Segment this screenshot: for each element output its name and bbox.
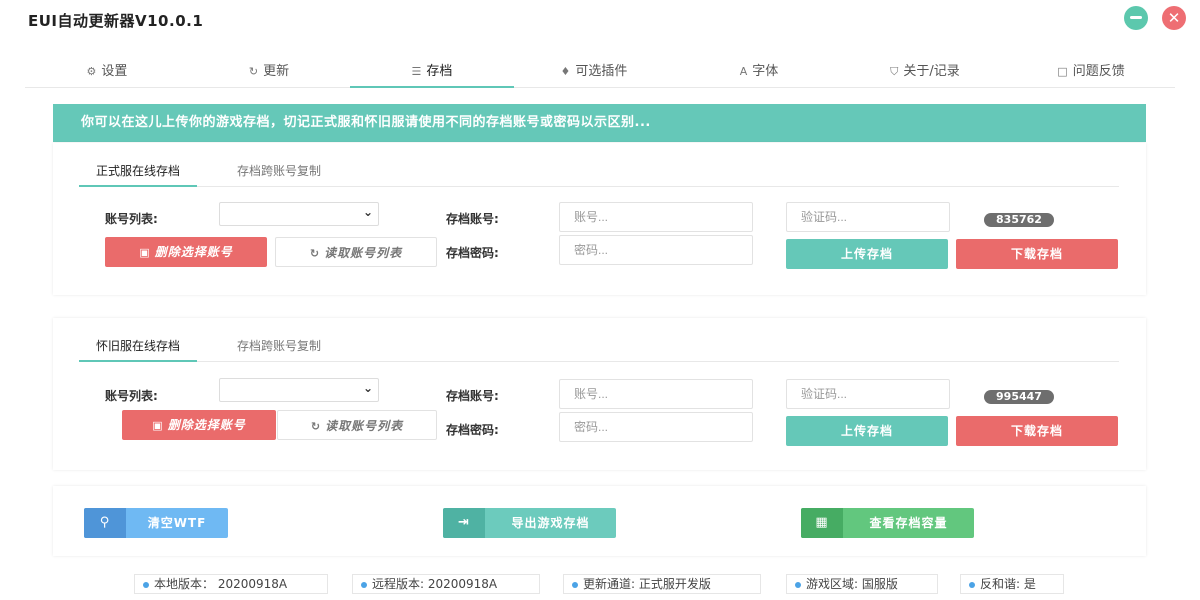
status-game-region: 游戏区域: 国服版 bbox=[786, 574, 938, 594]
status-remote-version: 远程版本: 20200918A bbox=[352, 574, 540, 594]
captcha-code-badge: 995447 bbox=[984, 390, 1054, 404]
account-list-select[interactable]: ⌄ bbox=[219, 202, 379, 226]
account-list-label: 账号列表: bbox=[105, 212, 158, 226]
chevron-down-icon: ⌄ bbox=[362, 381, 373, 395]
captcha-input[interactable]: 验证码... bbox=[786, 379, 950, 409]
tab-optional-plugins[interactable]: ♦ 可选插件 bbox=[512, 56, 676, 88]
database-icon: ☰ bbox=[411, 65, 422, 78]
status-dot-icon bbox=[969, 581, 975, 588]
tab-cross-account-copy[interactable]: 存档跨账号复制 bbox=[237, 155, 321, 187]
actions-panel: ⚲ 清空WTF ⇥ 导出游戏存档 ▦ 查看存档容量 bbox=[53, 486, 1146, 556]
export-saves-button[interactable]: ⇥ 导出游戏存档 bbox=[443, 508, 616, 538]
save-account-input[interactable]: 账号... bbox=[559, 379, 753, 409]
close-button[interactable]: ✕ bbox=[1162, 6, 1186, 30]
refresh-icon: ↻ bbox=[309, 247, 321, 260]
button-label: 清空WTF bbox=[147, 516, 207, 530]
captcha-code-badge: 835762 bbox=[984, 213, 1054, 227]
shield-icon: ⛉ bbox=[890, 65, 899, 78]
refresh-icon: ↻ bbox=[248, 65, 259, 78]
read-account-list-button[interactable]: ↻ 读取账号列表 bbox=[275, 237, 437, 267]
status-dot-icon bbox=[572, 581, 578, 588]
tab-classic-online-save[interactable]: 怀旧服在线存档 bbox=[79, 330, 198, 362]
button-label: 读取账号列表 bbox=[325, 419, 404, 433]
button-label: 读取账号列表 bbox=[324, 246, 403, 260]
tab-update[interactable]: ↻ 更新 bbox=[187, 56, 351, 88]
save-password-input[interactable]: 密码... bbox=[559, 412, 753, 442]
tab-label: 关于/记录 bbox=[903, 64, 960, 79]
status-local-version: 本地版本： 20200918A bbox=[134, 574, 328, 594]
tab-label: 字体 bbox=[752, 64, 779, 79]
delete-account-button[interactable]: ▣ 删除选择账号 bbox=[105, 237, 267, 267]
tab-label: 可选插件 bbox=[575, 64, 628, 79]
download-save-button[interactable]: 下载存档 bbox=[956, 416, 1118, 446]
status-dot-icon bbox=[143, 581, 149, 588]
tab-cross-account-copy[interactable]: 存档跨账号复制 bbox=[237, 330, 321, 362]
button-label: 删除选择账号 bbox=[167, 418, 246, 432]
font-icon: A bbox=[739, 65, 748, 78]
status-text: 更新通道: 正式服开发版 bbox=[583, 577, 711, 591]
save-account-label: 存档账号: bbox=[446, 212, 499, 226]
save-account-input[interactable]: 账号... bbox=[559, 202, 753, 232]
tab-official-online-save[interactable]: 正式服在线存档 bbox=[79, 155, 198, 187]
button-label: 查看存档容量 bbox=[869, 516, 948, 530]
tab-feedback[interactable]: □ 问题反馈 bbox=[1009, 56, 1173, 88]
status-dot-icon bbox=[795, 581, 801, 588]
status-anti-harmony: 反和谐: 是 bbox=[960, 574, 1064, 594]
official-save-panel: 正式服在线存档 存档跨账号复制 账号列表: ⌄ ▣ 删除选择账号 ↻ 读取账号列表 … bbox=[53, 143, 1146, 295]
main-tabs: ⚙ 设置 ↻ 更新 ☰ 存档 ♦ 可选插件 A 字体 ⛉ 关于/记录 □ 问题反馈 bbox=[25, 56, 1175, 88]
classic-save-panel: 怀旧服在线存档 存档跨账号复制 账号列表: ⌄ ▣ 删除选择账号 ↻ 读取账号列表 … bbox=[53, 318, 1146, 470]
tab-label: 问题反馈 bbox=[1072, 64, 1125, 79]
status-text: 游戏区域: 国服版 bbox=[806, 577, 898, 591]
tab-saves[interactable]: ☰ 存档 bbox=[350, 56, 514, 88]
app-title: EUI自动更新器V10.0.1 bbox=[28, 12, 204, 30]
notice-banner: 你可以在这儿上传你的游戏存档，切记正式服和怀旧服请使用不同的存档账号或密码以示区… bbox=[53, 104, 1146, 142]
plug-icon: ♦ bbox=[560, 65, 571, 78]
status-dot-icon bbox=[361, 581, 367, 588]
save-account-label: 存档账号: bbox=[446, 389, 499, 403]
upload-save-button[interactable]: 上传存档 bbox=[786, 416, 948, 446]
tab-label: 设置 bbox=[101, 64, 128, 79]
comment-icon: □ bbox=[1057, 65, 1068, 78]
captcha-input[interactable]: 验证码... bbox=[786, 202, 950, 232]
status-update-channel: 更新通道: 正式服开发版 bbox=[563, 574, 761, 594]
view-capacity-button[interactable]: ▦ 查看存档容量 bbox=[801, 508, 974, 538]
chevron-down-icon: ⌄ bbox=[362, 205, 373, 219]
minimize-icon bbox=[1130, 16, 1142, 19]
status-text: 反和谐: 是 bbox=[980, 577, 1036, 591]
read-account-list-button[interactable]: ↻ 读取账号列表 bbox=[277, 410, 437, 440]
account-list-label: 账号列表: bbox=[105, 389, 158, 403]
save-password-input[interactable]: 密码... bbox=[559, 235, 753, 265]
delete-account-button[interactable]: ▣ 删除选择账号 bbox=[122, 410, 276, 440]
upload-save-button[interactable]: 上传存档 bbox=[786, 239, 948, 269]
button-label: 导出游戏存档 bbox=[511, 516, 590, 530]
account-list-select[interactable]: ⌄ bbox=[219, 378, 379, 402]
tab-fonts[interactable]: A 字体 bbox=[677, 56, 841, 88]
classic-sub-tabs: 怀旧服在线存档 存档跨账号复制 bbox=[79, 330, 1119, 362]
export-icon: ⇥ bbox=[443, 508, 485, 538]
save-password-label: 存档密码: bbox=[446, 246, 499, 260]
tab-label: 更新 bbox=[263, 64, 290, 79]
clear-wtf-button[interactable]: ⚲ 清空WTF bbox=[84, 508, 228, 538]
close-icon: ✕ bbox=[1167, 9, 1181, 27]
tab-about[interactable]: ⛉ 关于/记录 bbox=[843, 56, 1007, 88]
status-text: 本地版本： 20200918A bbox=[154, 577, 288, 591]
calculator-icon: ▦ bbox=[801, 508, 843, 538]
save-password-label: 存档密码: bbox=[446, 423, 499, 437]
button-label: 删除选择账号 bbox=[154, 245, 233, 259]
refresh-icon: ↻ bbox=[310, 420, 322, 433]
trash-icon: ▣ bbox=[139, 246, 151, 259]
official-sub-tabs: 正式服在线存档 存档跨账号复制 bbox=[79, 155, 1119, 187]
broom-icon: ⚲ bbox=[84, 508, 126, 538]
title-bar: EUI自动更新器V10.0.1 ✕ bbox=[0, 0, 1200, 40]
tab-label: 存档 bbox=[426, 64, 453, 79]
tab-settings[interactable]: ⚙ 设置 bbox=[25, 56, 189, 88]
trash-icon: ▣ bbox=[152, 419, 164, 432]
status-text: 远程版本: 20200918A bbox=[372, 577, 498, 591]
gear-icon: ⚙ bbox=[86, 65, 97, 78]
minimize-button[interactable] bbox=[1124, 6, 1148, 30]
download-save-button[interactable]: 下载存档 bbox=[956, 239, 1118, 269]
